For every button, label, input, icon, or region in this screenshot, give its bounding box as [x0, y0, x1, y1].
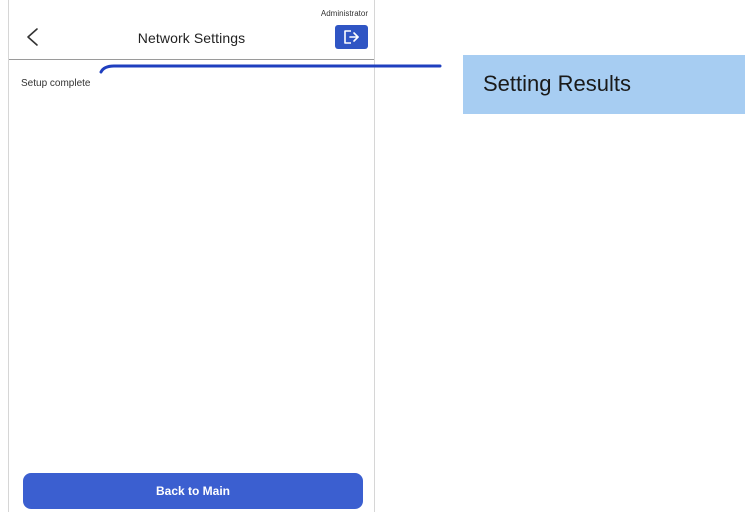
header-bar: Network Settings Administrator [9, 0, 374, 60]
setup-status-text: Setup complete [21, 78, 91, 89]
user-role-label: Administrator [320, 9, 368, 18]
page-title: Network Settings [137, 30, 246, 46]
logout-button[interactable] [335, 25, 368, 49]
callout-box: Setting Results [463, 55, 745, 114]
callout-label: Setting Results [483, 71, 631, 96]
logout-icon [343, 30, 359, 44]
canvas: Network Settings Administrator Setup com… [0, 0, 745, 512]
back-to-main-button[interactable]: Back to Main [23, 473, 363, 509]
device-screen: Network Settings Administrator Setup com… [8, 0, 375, 512]
